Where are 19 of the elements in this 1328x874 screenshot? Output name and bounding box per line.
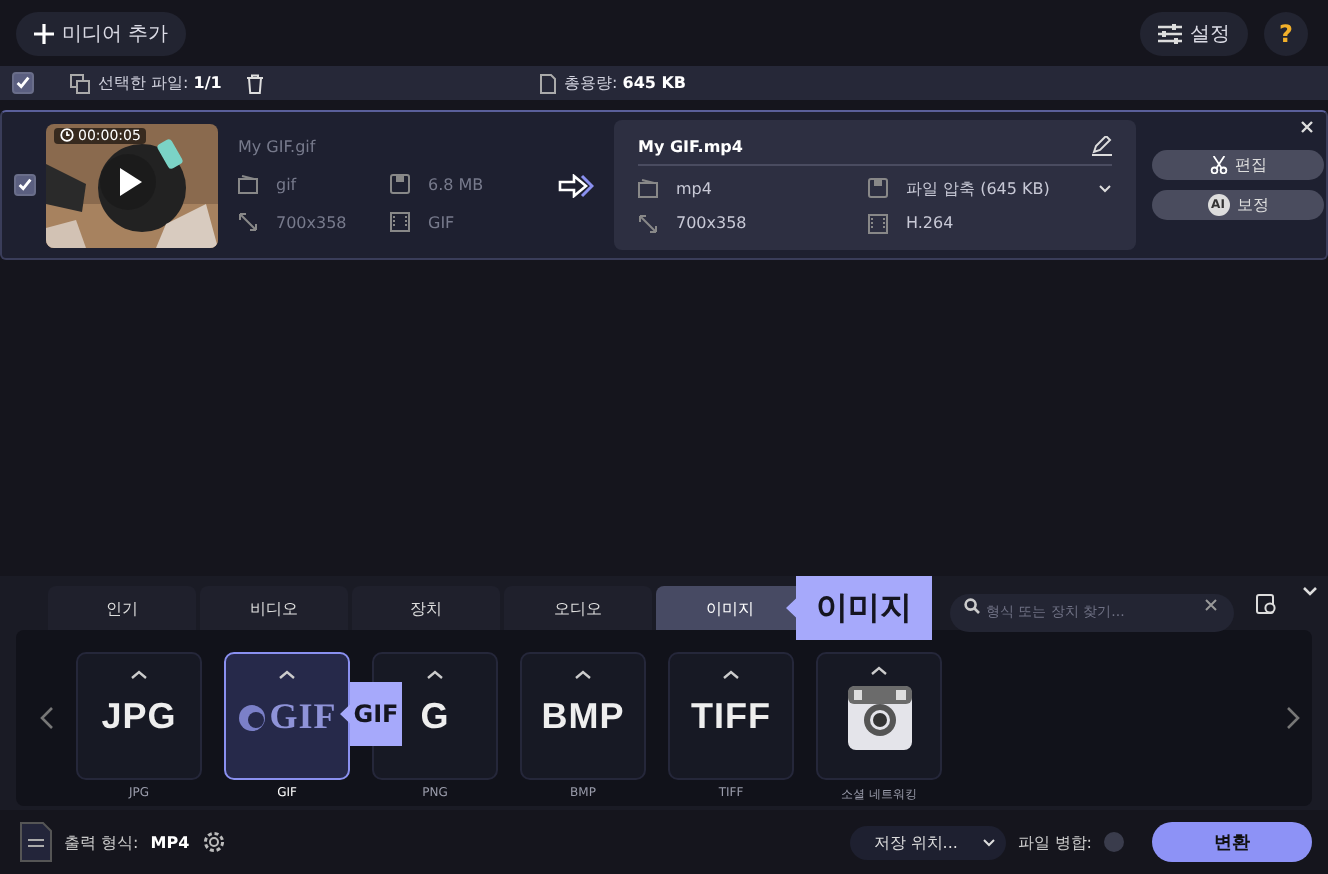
source-size: 6.8 MB — [428, 175, 484, 193]
output-format-label: 출력 형식: — [64, 831, 139, 853]
format-logo: G — [420, 694, 450, 740]
tab-tooltip: 이미지 — [786, 576, 932, 640]
format-logo: GIF — [237, 689, 337, 745]
output-format-value: MP4 — [150, 833, 190, 851]
format-logo: JPG — [101, 694, 177, 740]
selected-files-label: 선택한 파일: 1/1 — [98, 72, 222, 94]
source-resolution: 700x358 — [276, 213, 347, 231]
total-size-label: 총용량: 645 KB — [564, 72, 687, 94]
format-logo: TIFF — [691, 694, 771, 740]
source-format: gif — [276, 175, 297, 193]
output-codec: H.264 — [906, 214, 954, 233]
merge-files-label: 파일 병합: — [1017, 831, 1092, 853]
source-file-name: My GIF.gif — [238, 138, 318, 156]
format-logo: BMP — [541, 694, 625, 740]
output-format: mp4 — [676, 179, 712, 198]
output-resolution: 700x358 — [676, 214, 747, 233]
source-codec: GIF — [428, 213, 455, 231]
